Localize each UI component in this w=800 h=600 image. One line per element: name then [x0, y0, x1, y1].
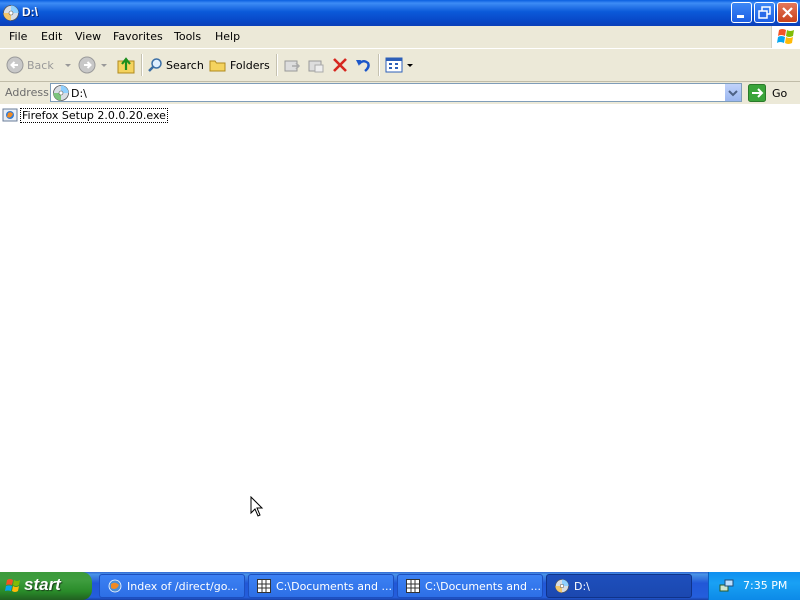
close-button[interactable]: [777, 2, 798, 23]
mouse-cursor-icon: [250, 496, 264, 517]
file-item[interactable]: Firefox Setup 2.0.0.20.exe: [2, 107, 168, 123]
window-title: D:\: [22, 5, 38, 19]
start-label: start: [24, 575, 61, 594]
browser-icon: [108, 579, 122, 593]
menu-file[interactable]: File: [9, 30, 27, 43]
window-icon: [406, 579, 420, 593]
chevron-down-icon[interactable]: [63, 60, 73, 70]
minimize-icon: [737, 15, 744, 18]
clock[interactable]: 7:35 PM: [743, 579, 787, 592]
toolbar-separator: [141, 54, 143, 76]
menu-tools[interactable]: Tools: [174, 30, 201, 43]
restore-button[interactable]: [754, 2, 775, 23]
file-name: Firefox Setup 2.0.0.20.exe: [20, 107, 168, 123]
back-arrow-icon: [6, 56, 24, 74]
menu-favorites[interactable]: Favorites: [113, 30, 163, 43]
installer-icon: [2, 108, 18, 122]
menu-view[interactable]: View: [75, 30, 101, 43]
up-folder-button[interactable]: [116, 55, 136, 75]
start-button[interactable]: start: [0, 572, 92, 600]
back-button[interactable]: Back: [6, 55, 73, 75]
file-list-pane[interactable]: Firefox Setup 2.0.0.20.exe: [0, 104, 800, 572]
go-arrow-icon: [748, 84, 766, 102]
address-value: D:\: [71, 87, 87, 100]
delete-x-icon: [333, 58, 347, 72]
folders-button[interactable]: Folders: [209, 55, 270, 75]
views-grid-icon: [385, 57, 403, 73]
taskbar: start Index of /direct/go... C:\Document…: [0, 572, 800, 600]
address-label: Address: [5, 86, 49, 99]
close-icon: [782, 7, 793, 18]
restore-icon: [758, 6, 771, 19]
title-bar[interactable]: D:\: [0, 0, 800, 26]
address-input[interactable]: D:\: [50, 83, 742, 102]
system-tray: 7:35 PM: [708, 572, 800, 600]
address-dropdown-button[interactable]: [724, 84, 741, 101]
chevron-down-icon: [728, 90, 738, 97]
chevron-down-icon: [407, 64, 413, 67]
windows-flag-icon: [5, 579, 20, 592]
copy-to-folder-icon: [308, 60, 324, 73]
copy-to-button[interactable]: [307, 55, 325, 75]
views-button[interactable]: [385, 55, 414, 75]
toolbar-separator: [276, 54, 278, 76]
chevron-down-icon[interactable]: [99, 60, 109, 70]
folders-icon: [209, 60, 226, 72]
window-icon: [257, 579, 271, 593]
toolbar-separator: [378, 54, 380, 76]
move-to-button[interactable]: [283, 55, 301, 75]
toolbar: Back Search Folders: [0, 49, 800, 82]
cd-drive-icon: [53, 85, 69, 101]
menu-edit[interactable]: Edit: [41, 30, 62, 43]
windows-logo: [771, 26, 800, 48]
search-button[interactable]: Search: [147, 55, 204, 75]
menu-bar: File Edit View Favorites Tools Help: [0, 26, 800, 49]
delete-button[interactable]: [331, 55, 349, 75]
windows-flag-icon: [777, 29, 794, 44]
forward-arrow-icon: [78, 56, 96, 74]
cd-drive-icon: [3, 5, 19, 21]
taskbar-item[interactable]: C:\Documents and ...: [248, 574, 394, 598]
up-folder-icon: [117, 57, 135, 74]
taskbar-item[interactable]: Index of /direct/go...: [99, 574, 245, 598]
cd-drive-icon: [555, 579, 569, 593]
go-button[interactable]: Go: [748, 84, 787, 102]
address-bar: Address D:\ Go: [0, 82, 800, 105]
undo-icon: [356, 60, 370, 72]
taskbar-item-active[interactable]: D:\: [546, 574, 692, 598]
network-icon[interactable]: [719, 578, 735, 594]
taskbar-item[interactable]: C:\Documents and ...: [397, 574, 543, 598]
forward-button[interactable]: [78, 55, 109, 75]
menu-help[interactable]: Help: [215, 30, 240, 43]
move-to-folder-icon: [284, 60, 301, 72]
search-icon: [148, 58, 162, 72]
undo-button[interactable]: [354, 55, 372, 75]
minimize-button[interactable]: [731, 2, 752, 23]
